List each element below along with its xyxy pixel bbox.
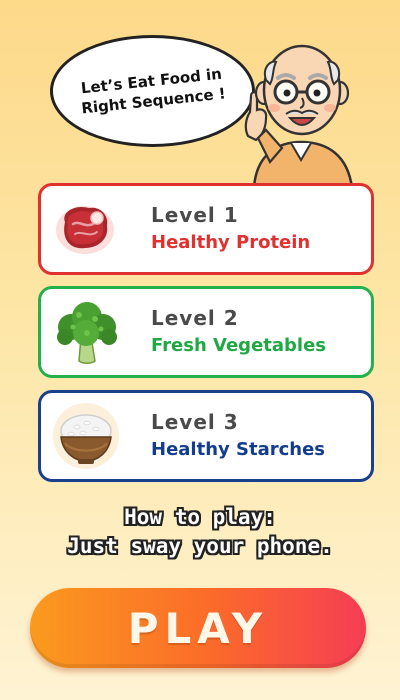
level-2-card[interactable]: Level 2 Fresh Vegetables <box>38 286 374 378</box>
level-number: Level 3 <box>151 410 239 434</box>
how-to-play-instruction: Just sway your phone. <box>67 534 333 558</box>
steak-icon <box>54 197 118 261</box>
level-name: Healthy Protein <box>151 232 311 253</box>
level-3-text: Level 3 Healthy Starches <box>151 408 325 464</box>
level-3-card[interactable]: Level 3 Healthy Starches <box>38 390 374 482</box>
broccoli-icon <box>57 302 117 364</box>
play-button[interactable]: PLAY <box>30 588 366 668</box>
speech-bubble: Let’s Eat Food in Right Sequence ! <box>50 35 255 147</box>
rice-bowl-icon <box>53 403 119 469</box>
level-1-text: Level 1 Healthy Protein <box>151 201 310 257</box>
how-to-play-title: How to play: <box>124 505 276 529</box>
level-2-text: Level 2 Fresh Vegetables <box>151 304 326 360</box>
level-name: Fresh Vegetables <box>151 335 326 356</box>
game-menu-screen: Let’s Eat Food in Right Sequence ! Level… <box>0 0 400 700</box>
level-name: Healthy Starches <box>151 439 326 460</box>
speech-bubble-text: Let’s Eat Food in Right Sequence ! <box>78 64 226 119</box>
how-to-play-text: How to play: Just sway your phone. <box>0 503 400 561</box>
level-1-card[interactable]: Level 1 Healthy Protein <box>38 183 374 275</box>
grandpa-character <box>244 44 354 188</box>
level-number: Level 2 <box>151 306 239 330</box>
play-button-label: PLAY <box>127 603 269 653</box>
level-number: Level 1 <box>151 203 239 227</box>
